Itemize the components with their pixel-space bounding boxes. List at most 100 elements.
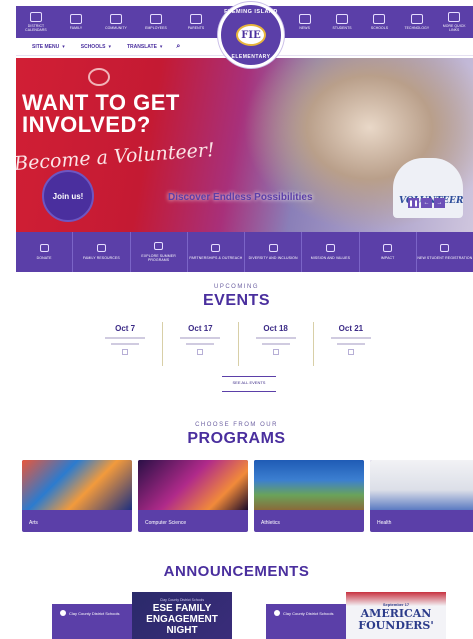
laptop-icon: [410, 14, 423, 24]
programs-eyebrow: Choose from our: [195, 422, 278, 428]
event-text-line: [186, 343, 215, 345]
nav-label: Schools: [370, 26, 389, 30]
quicklink-summer-programs[interactable]: Explore Summer Programs: [131, 232, 188, 272]
event-date: Oct 7: [115, 324, 136, 333]
nav-community[interactable]: Community: [100, 14, 132, 30]
event-text-line: [261, 343, 290, 345]
program-card-arts[interactable]: Arts: [22, 460, 132, 532]
program-card-health[interactable]: Health: [370, 460, 473, 532]
quicklink-label: Donate: [36, 256, 52, 260]
nav-label: District Calendars: [25, 24, 47, 32]
hero-headline: WANT TO GET INVOLVED?: [22, 92, 202, 136]
quicklink-registration[interactable]: New Student Registration: [417, 232, 473, 272]
quicklink-mission[interactable]: Mission and Values: [302, 232, 360, 272]
program-image: [254, 460, 364, 510]
avatar: [274, 610, 280, 616]
events-eyebrow: Upcoming: [214, 284, 259, 290]
calendar-icon: [272, 349, 279, 355]
join-us-button[interactable]: Join us!: [42, 170, 94, 222]
event-text-line: [330, 337, 371, 339]
chevron-down-icon: ▾: [108, 43, 111, 50]
program-card-computer-science[interactable]: Computer Science: [138, 460, 248, 532]
search-icon: ⌕: [176, 42, 181, 50]
hero-script-text: Become a Volunteer!: [16, 139, 216, 175]
parents-icon: [190, 14, 202, 24]
nav-label: Community: [105, 26, 127, 30]
announcement-source: Clay County District Schools: [60, 610, 119, 616]
calendar-icon: [347, 349, 354, 355]
nav-employees[interactable]: Employees: [140, 14, 172, 30]
schools-label: Schools: [80, 43, 106, 50]
quicklink-label: Explore Summer Programs: [141, 254, 176, 262]
handshake-heart-icon: [88, 68, 110, 86]
hero-tagline: Discover Endless Possibilities: [168, 192, 313, 203]
translate-label: Translate: [127, 43, 157, 50]
nav-group-right: News Students Schools Technology More Qu…: [286, 6, 473, 38]
source-name: Clay County District Schools: [283, 610, 334, 616]
announcements-heading: ANNOUNCEMENTS: [163, 563, 310, 580]
announcement-graphic-founders[interactable]: September 17 AMERICAN FOUNDERS': [346, 592, 446, 639]
event-item[interactable]: Oct 17: [163, 322, 239, 366]
school-logo[interactable]: FLEMING ISLAND FIE ELEMENTARY: [218, 2, 284, 68]
nav-district-calendars[interactable]: District Calendars: [20, 12, 52, 32]
quicklink-impact[interactable]: Impact: [360, 232, 417, 272]
nav-parents[interactable]: Parents: [180, 14, 212, 30]
quicklink-label: Diversity and Inclusion: [248, 256, 298, 260]
programs-carousel: Arts Computer Science Athletics Health: [22, 460, 473, 532]
next-slide-button[interactable]: →: [434, 198, 445, 208]
event-text-line: [180, 337, 221, 339]
quicklink-donate[interactable]: Donate: [16, 232, 74, 272]
quicklink-family-resources[interactable]: Family Resources: [73, 232, 131, 272]
mission-icon: [325, 244, 335, 252]
quick-links-bar: Donate Family Resources Explore Summer P…: [16, 232, 473, 272]
program-card-athletics[interactable]: Athletics: [254, 460, 364, 532]
hero-banner: VOLUNTEER WANT TO GETINVOLVED? Become a …: [16, 58, 473, 232]
event-text-line: [105, 337, 146, 339]
event-item[interactable]: Oct 18: [239, 322, 314, 366]
announcement-graphic-ese[interactable]: Clay County District Schools ESE FAMILY …: [132, 592, 232, 639]
chevron-down-icon: ▾: [159, 43, 163, 50]
graphic-line2: ENGAGEMENT: [146, 614, 218, 625]
nav-more-quick-links[interactable]: More Quick Links: [438, 12, 470, 32]
pause-button[interactable]: ❚❚: [408, 198, 419, 208]
volunteer-shirt: [393, 158, 463, 218]
quicklink-diversity[interactable]: Diversity and Inclusion: [245, 232, 303, 272]
schools-dropdown[interactable]: Schools ▾: [81, 44, 111, 50]
news-icon: [298, 14, 311, 24]
source-name: Clay County District Schools: [69, 610, 120, 616]
nav-label: News: [299, 26, 310, 30]
quicklink-label: Impact: [380, 256, 395, 260]
nav-students[interactable]: Students: [326, 14, 358, 30]
event-text-line: [336, 343, 365, 345]
events-heading: EVENTS: [202, 292, 270, 309]
announcements-list: Clay County District Schools Clay County…: [52, 592, 452, 639]
nav-technology[interactable]: Technology: [401, 14, 433, 30]
link-icon: [448, 12, 461, 22]
nav-label: Students: [332, 26, 352, 30]
chevron-down-icon: ▾: [62, 43, 65, 50]
nav-label: Employees: [145, 26, 167, 30]
translate-dropdown[interactable]: Translate ▾: [127, 44, 162, 50]
event-date: Oct 21: [338, 324, 364, 333]
site-menu-dropdown[interactable]: Site Menu ▾: [32, 44, 65, 50]
event-date: Oct 18: [263, 324, 288, 333]
summer-programs-icon: [154, 242, 164, 250]
nav-family[interactable]: Family: [60, 14, 92, 30]
event-item[interactable]: Oct 7: [88, 322, 164, 366]
site-menu-label: Site Menu: [32, 43, 60, 50]
impact-icon: [383, 244, 393, 252]
nav-news[interactable]: News: [289, 14, 321, 30]
event-item[interactable]: Oct 21: [314, 322, 388, 366]
quicklink-label: Partnerships & Outreach: [189, 256, 243, 260]
nav-schools[interactable]: Schools: [363, 14, 395, 30]
nav-label: Technology: [404, 26, 430, 30]
quicklink-partnerships[interactable]: Partnerships & Outreach: [188, 232, 245, 272]
logo-initials: FIE: [236, 24, 266, 46]
see-all-events-button[interactable]: See All Events: [222, 376, 276, 392]
previous-slide-button[interactable]: ←: [421, 198, 432, 208]
family-resources-icon: [96, 244, 106, 252]
announcement-source: Clay County District Schools: [274, 610, 333, 616]
program-label: Computer Science: [145, 520, 187, 526]
search-button[interactable]: ⌕: [176, 43, 180, 51]
nav-label: Family: [69, 26, 83, 30]
